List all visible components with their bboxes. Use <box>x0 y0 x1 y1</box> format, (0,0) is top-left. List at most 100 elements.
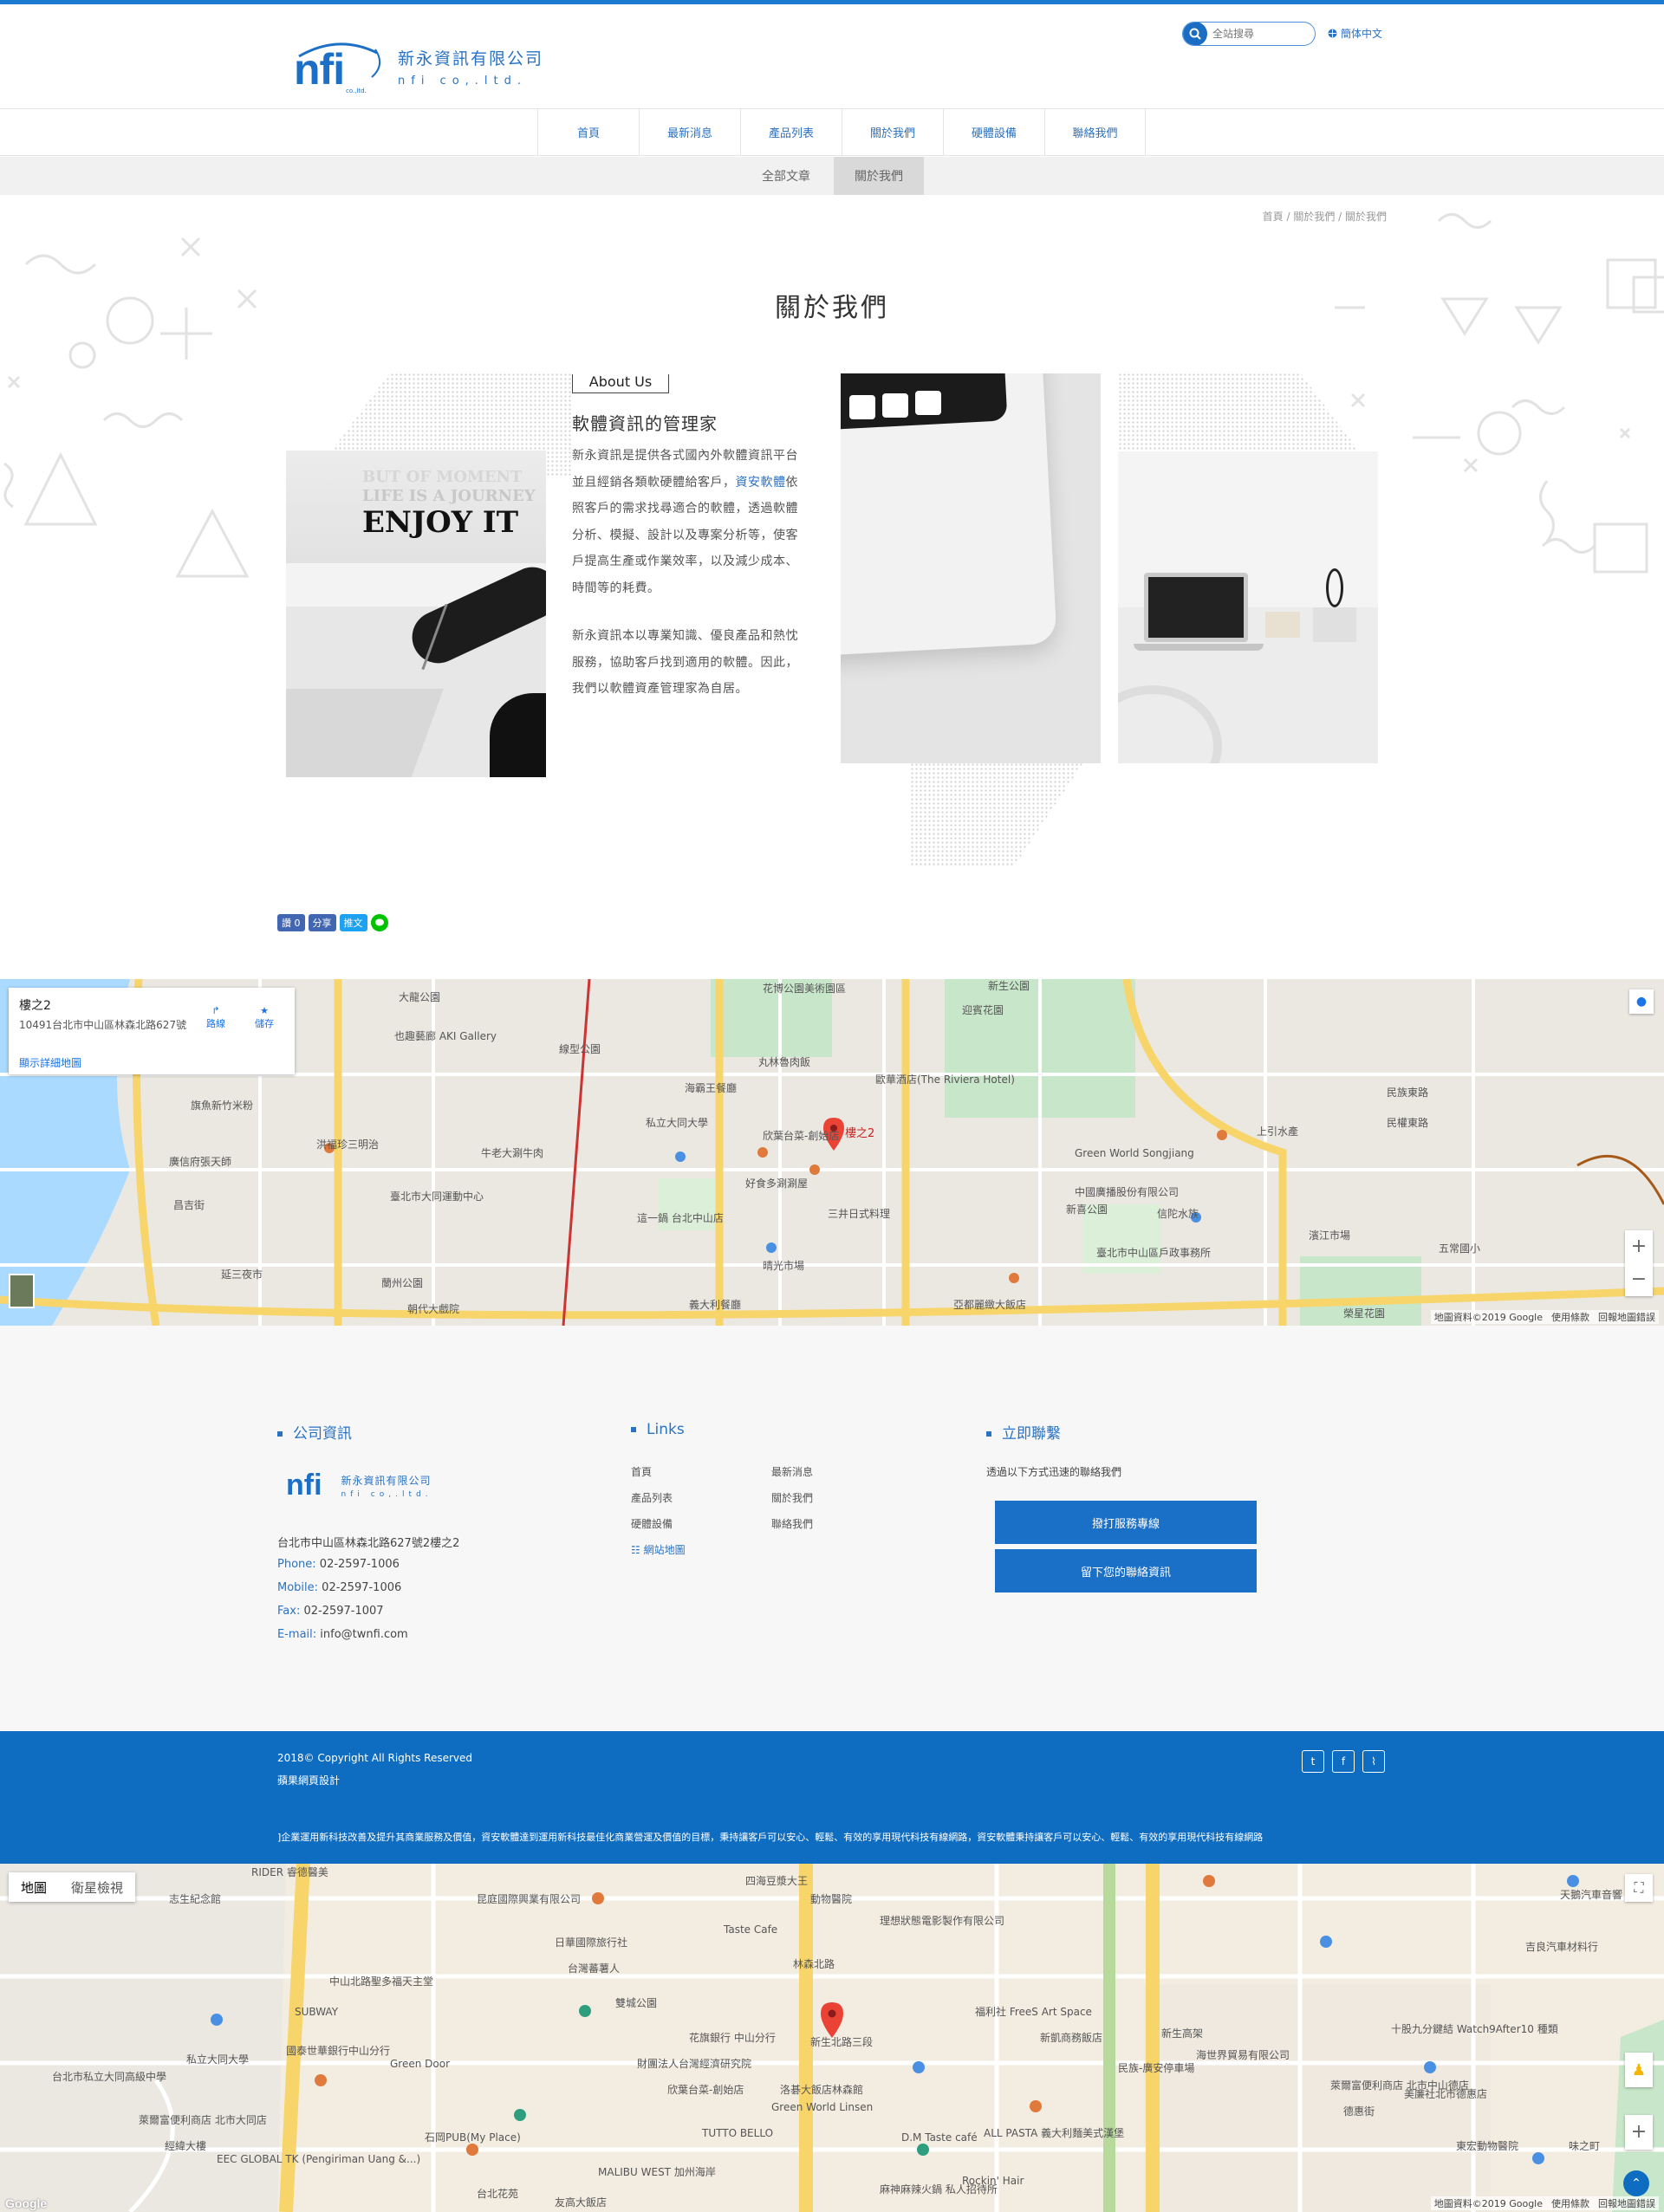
nav-item-hardware[interactable]: 硬體設備 <box>943 109 1044 155</box>
email-value[interactable]: info@twnfi.com <box>320 1628 407 1641</box>
site-search[interactable] <box>1182 22 1316 46</box>
google-logo: Google <box>5 2196 48 2210</box>
footer-link-products[interactable]: 產品列表 <box>631 1490 673 1505</box>
copyright-text: 2018© Copyright All Rights Reserved <box>277 1752 473 1764</box>
map-label: 上引水產 <box>1257 1125 1298 1138</box>
facebook-like-button[interactable]: 讚 0 <box>277 914 305 931</box>
text-line: 時間等的耗費。 <box>572 581 660 595</box>
map-label: 私立大同大學 <box>646 1116 708 1129</box>
footer-links-title: Links <box>631 1421 685 1438</box>
map-label: 延三夜市 <box>221 1268 263 1281</box>
map-label: 線型公園 <box>559 1042 601 1055</box>
facebook-share-button[interactable]: 分享 <box>308 914 336 931</box>
zoom-out-button[interactable]: − <box>1625 1263 1653 1296</box>
map-label: 花旗銀行 中山分行 <box>689 2031 776 2044</box>
report-link[interactable]: 回報地圖錯誤 <box>1598 1310 1655 1324</box>
map-label: 德惠街 <box>1343 2105 1375 2118</box>
map-label: 天鵝汽車音響 <box>1560 1888 1622 1901</box>
about-section: 首頁 / 關於我們 / 關於我們 關於我們 BUT OF MOMENT LIFE… <box>0 195 1664 979</box>
map-tab[interactable]: 地圖 <box>9 1872 59 1902</box>
nav-item-contact[interactable]: 聯絡我們 <box>1044 109 1146 155</box>
map-label: 好食多涮涮屋 <box>745 1177 808 1190</box>
footer-logo[interactable]: nfi 新永資訊有限公司 nfi co,.ltd. <box>286 1469 432 1502</box>
map-label: 丸林魯肉飯 <box>758 1055 810 1068</box>
map-label: 昆庭國際興業有限公司 <box>477 1892 581 1905</box>
attribution-text: 地圖資料©2019 Google <box>1433 1312 1543 1323</box>
footer-link-home[interactable]: 首頁 <box>631 1464 652 1479</box>
about-paragraph-1: 新永資訊是提供各式國內外軟體資訊平台 並且經銷各類軟硬體給客戶，資安軟體依 照客… <box>572 443 823 601</box>
text-line: 我們以軟體資產管理家為自居。 <box>572 682 748 696</box>
breadcrumb: 首頁 / 關於我們 / 關於我們 <box>1262 211 1387 223</box>
map-label: 民權東路 <box>1387 1116 1428 1129</box>
nav-item-news[interactable]: 最新消息 <box>639 109 740 155</box>
phone-label: Phone: <box>277 1558 316 1571</box>
satellite-tab[interactable]: 衛星檢視 <box>59 1872 135 1902</box>
footer-sitemap-link[interactable]: ☷ 網站地圖 <box>631 1542 686 1557</box>
report-link[interactable]: 回報地圖錯誤 <box>1598 2196 1655 2210</box>
map-info-card: 樓之2 10491台北市中山區林森北路627號 顯示詳細地圖 ↱ 路線 ★ 儲存 <box>9 988 295 1074</box>
page-title: 關於我們 <box>775 293 889 323</box>
street-view-pegman-icon[interactable]: ● <box>1629 989 1654 1014</box>
directions-icon: ↱ <box>211 1005 220 1016</box>
map-label: 亞都麗緻大飯店 <box>953 1298 1026 1311</box>
text-line-part: 依 <box>785 475 798 490</box>
map-label: 雙城公園 <box>615 1997 657 2009</box>
map-label: 經緯大樓 <box>165 2139 206 2152</box>
footer-link-contact[interactable]: 聯絡我們 <box>771 1516 813 1531</box>
map-label: 也趣藝廊 AKI Gallery <box>394 1029 497 1042</box>
facebook-icon[interactable]: f <box>1332 1750 1355 1773</box>
footer-link-news[interactable]: 最新消息 <box>771 1464 813 1479</box>
text-line-part: 並且經銷各類軟硬體給客戶， <box>572 475 736 490</box>
save-button[interactable]: ★ 儲存 <box>255 1005 274 1030</box>
leave-contact-button[interactable]: 留下您的聯絡資訊 <box>995 1549 1257 1593</box>
terms-link[interactable]: 使用條款 <box>1551 2196 1589 2210</box>
search-icon[interactable] <box>1183 23 1207 45</box>
map-label: Taste Cafe <box>723 1923 777 1936</box>
nav-item-home[interactable]: 首頁 <box>537 109 639 155</box>
embedded-map-large[interactable]: RIDER 睿德醫美 四海豆漿大王 動物醫院 昆庭國際興業有限公司 日華國際旅行社 Tas… <box>0 1864 1664 2212</box>
map-label: 私立大同大學 <box>186 2053 249 2066</box>
tweet-button[interactable]: 推文 <box>339 914 367 931</box>
map-label: 信陀水族 <box>1157 1207 1199 1220</box>
footer-link-about[interactable]: 關於我們 <box>771 1490 813 1505</box>
highlight-link[interactable]: 資安軟體 <box>736 476 786 490</box>
footer-logo-nfi: nfi <box>286 1469 322 1502</box>
twitter-icon[interactable]: t <box>1302 1750 1324 1773</box>
map-label: 理想狀態電影製作有限公司 <box>880 1914 1004 1927</box>
map-label: 廣信府張天師 <box>169 1155 231 1168</box>
map-label: 洪福珍三明治 <box>316 1138 379 1151</box>
line-share-button[interactable] <box>370 914 388 931</box>
map-label: 歐華酒店(The Riviera Hotel) <box>875 1073 1015 1086</box>
search-input[interactable] <box>1212 28 1308 40</box>
zoom-in-button[interactable]: + <box>1625 2115 1653 2150</box>
street-view-pegman-icon[interactable]: ♟ <box>1625 2053 1653 2087</box>
map-label: 臺北市大同運動中心 <box>390 1190 484 1203</box>
logo-sub-text: co.,ltd. <box>346 88 367 94</box>
company-name-cn: 新永資訊有限公司 <box>398 49 544 68</box>
language-switch[interactable]: 簡体中文 <box>1328 26 1382 41</box>
terms-link[interactable]: 使用條款 <box>1551 1310 1589 1324</box>
subnav-all-articles[interactable]: 全部文章 <box>745 157 827 195</box>
rss-icon[interactable]: ⌇ <box>1362 1750 1385 1773</box>
contact-intro: 透過以下方式迅速的聯絡我們 <box>986 1466 1122 1478</box>
nav-item-products[interactable]: 產品列表 <box>740 109 842 155</box>
call-service-button[interactable]: 撥打服務專線 <box>995 1501 1257 1544</box>
phone-value: 02-2597-1006 <box>319 1558 400 1571</box>
map-label: 蘭州公園 <box>381 1277 423 1289</box>
scroll-to-top-icon[interactable]: ⌃ <box>1623 2170 1649 2196</box>
map-label: 新生高架 <box>1161 2027 1203 2040</box>
subnav-about-us[interactable]: 關於我們 <box>834 157 924 195</box>
map-detail-link[interactable]: 顯示詳細地圖 <box>19 1055 81 1070</box>
nav-item-about[interactable]: 關於我們 <box>842 109 943 155</box>
satellite-thumbnail[interactable] <box>9 1274 35 1308</box>
zoom-in-button[interactable]: + <box>1625 1230 1653 1263</box>
footer-link-hardware[interactable]: 硬體設備 <box>631 1516 673 1531</box>
directions-button[interactable]: ↱ 路線 <box>206 1005 225 1030</box>
map-label: 民族東路 <box>1387 1086 1428 1099</box>
site-logo[interactable]: nfi co.,ltd. 新永資訊有限公司 nfi co,.ltd. <box>290 39 543 94</box>
fullscreen-icon[interactable]: ⛶ <box>1625 1874 1653 1902</box>
map-label: Green World Linsen <box>771 2101 873 2113</box>
designer-link[interactable]: 蘋果網頁設計 <box>277 1773 340 1787</box>
map-canvas[interactable]: RIDER 睿德醫美四海豆漿大王動物醫院 昆庭國際興業有限公司日華國際旅行社 Tas… <box>0 1864 1664 2212</box>
embedded-map[interactable]: 大龍公園 也趣藝廊 AKI Gallery 線型公園 花博公園美術園區 新生公園 迎賓花園… <box>0 979 1664 1326</box>
